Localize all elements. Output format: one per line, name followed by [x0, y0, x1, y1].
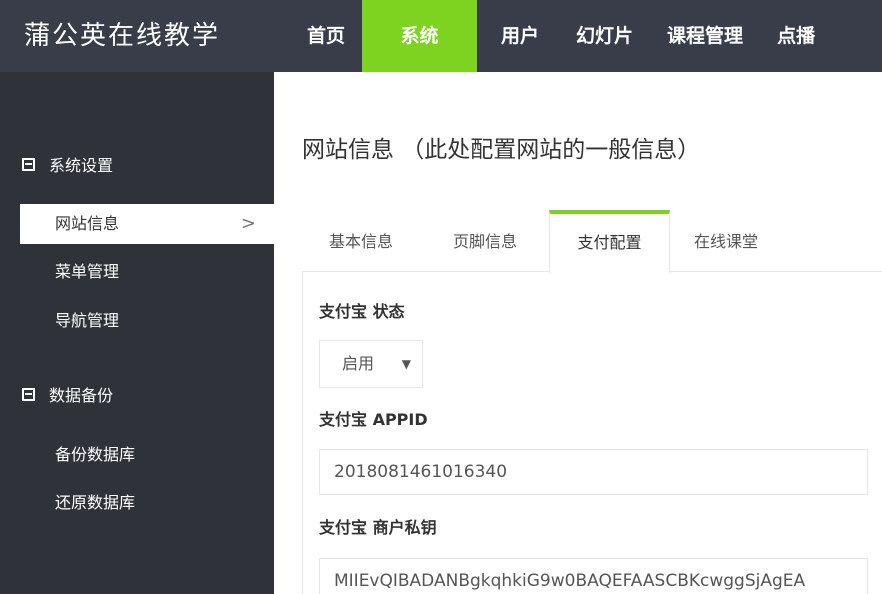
main-content: 网站信息 （此处配置网站的一般信息） 基本信息 页脚信息 支付配置 在线课堂 支… [274, 72, 882, 594]
caret-down-icon: ▼ [401, 357, 411, 371]
alipay-appid-label: 支付宝 APPID [319, 410, 428, 429]
sidebar-item-nav-management[interactable]: 导航管理 [20, 301, 274, 341]
top-nav: 首页 系统 用户 幻灯片 课程管理 点播 [290, 0, 832, 72]
sidebar-group-label: 数据备份 [49, 386, 114, 405]
sidebar-item-site-info[interactable]: 网站信息 > [20, 204, 274, 244]
nav-vod[interactable]: 点播 [760, 0, 832, 72]
tab-payment-config[interactable]: 支付配置 [549, 210, 670, 273]
nav-users[interactable]: 用户 [477, 0, 559, 72]
nav-slides[interactable]: 幻灯片 [559, 0, 650, 72]
alipay-private-key-input[interactable]: MIIEvQIBADANBgkqhkiG9w0BAQEFAASCBKcwggSj… [319, 558, 868, 594]
sidebar-item-backup-database[interactable]: 备份数据库 [20, 435, 274, 475]
sidebar-group-label: 系统设置 [49, 156, 114, 175]
select-value: 启用 [342, 354, 375, 373]
nav-system[interactable]: 系统 [362, 0, 478, 72]
sidebar: 系统设置 网站信息 > 菜单管理 导航管理 数据备份 备份数据库 还原数据库 [0, 72, 274, 594]
nav-course-management[interactable]: 课程管理 [650, 0, 760, 72]
chevron-right-icon: > [240, 213, 256, 234]
top-header: 蒲公英在线教学 首页 系统 用户 幻灯片 课程管理 点播 [0, 0, 882, 72]
site-brand[interactable]: 蒲公英在线教学 [8, 0, 274, 72]
tab-bar: 基本信息 页脚信息 支付配置 在线课堂 [302, 210, 882, 273]
sidebar-item-label: 网站信息 [55, 214, 120, 233]
nav-home[interactable]: 首页 [290, 0, 362, 72]
tab-basic-info[interactable]: 基本信息 [302, 210, 420, 272]
collapse-icon [22, 157, 35, 171]
sidebar-item-menu-management[interactable]: 菜单管理 [20, 252, 274, 292]
payment-config-panel: 支付宝 状态 启用 ▼ 支付宝 APPID 2018081461016340 支… [302, 272, 882, 594]
collapse-icon [22, 387, 35, 401]
tab-online-classroom[interactable]: 在线课堂 [670, 210, 782, 272]
page-title: 网站信息 （此处配置网站的一般信息） [302, 137, 701, 163]
sidebar-group-data-backup[interactable]: 数据备份 [0, 374, 274, 414]
alipay-status-select[interactable]: 启用 ▼ [319, 340, 423, 388]
alipay-appid-input[interactable]: 2018081461016340 [319, 449, 868, 495]
tab-footer-info[interactable]: 页脚信息 [426, 210, 544, 272]
sidebar-item-restore-database[interactable]: 还原数据库 [20, 483, 274, 523]
alipay-status-label: 支付宝 状态 [319, 302, 405, 321]
sidebar-group-system-settings[interactable]: 系统设置 [0, 144, 274, 184]
alipay-private-key-label: 支付宝 商户私钥 [319, 518, 437, 537]
